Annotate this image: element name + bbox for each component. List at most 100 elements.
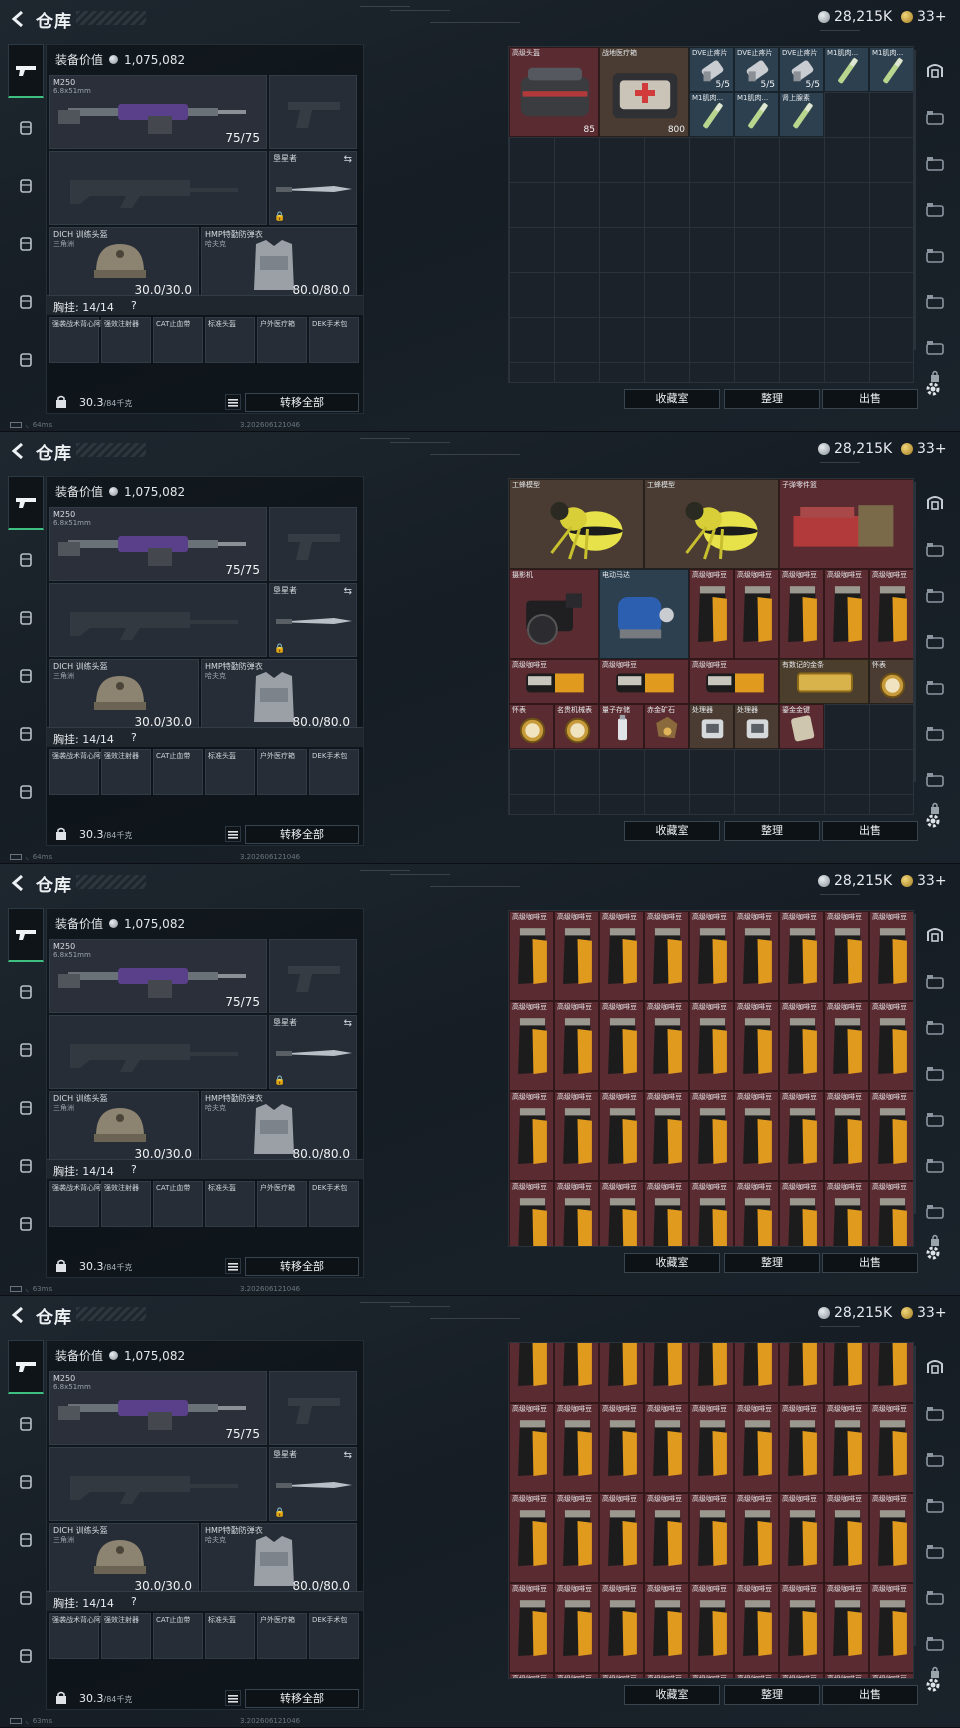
stash-item[interactable]: 高级咖啡豆 [554, 911, 599, 1001]
stash-item[interactable]: 高级咖啡豆 [509, 1181, 554, 1246]
stash-item[interactable]: 摄影机 [509, 569, 599, 659]
armor-icon[interactable] [12, 604, 40, 632]
stash-item[interactable]: 高级咖啡豆 [509, 1403, 554, 1493]
stash-item[interactable]: 高级咖啡豆 [554, 1091, 599, 1181]
stash-item[interactable]: 高级咖啡豆 [869, 911, 913, 1001]
stash-item[interactable]: 高级咖啡豆 [734, 1091, 779, 1181]
stash-home-icon[interactable] [924, 492, 946, 512]
settings-gear-icon[interactable] [924, 1676, 942, 1699]
gold-currency[interactable]: 33+ [901, 9, 947, 25]
stash-item[interactable]: 战地医疗箱 800 [599, 47, 689, 137]
stash-page-icon[interactable] [924, 974, 946, 994]
stash-item[interactable]: 高级咖啡豆 [644, 1343, 689, 1403]
primary-weapon-slot[interactable]: M250 6.8x51mm 75/75 [49, 1371, 267, 1445]
stash-home-icon[interactable] [924, 924, 946, 944]
rig-slot[interactable]: DEK手术包 [309, 1181, 359, 1227]
stash-item[interactable]: 高级咖啡豆 [869, 1181, 913, 1246]
sell-button[interactable]: 出售 [822, 821, 918, 841]
stash-item[interactable]: 高级咖啡豆 [824, 1403, 869, 1493]
stash-item[interactable]: 高级咖啡豆 [509, 1343, 554, 1403]
stash-item[interactable]: 高级咖啡豆 [869, 1493, 913, 1583]
helmet-slot[interactable]: DICH 训练头盔 三角洲 30.0/30.0 [49, 659, 199, 733]
stash-item[interactable]: 高级咖啡豆 [734, 1583, 779, 1673]
sell-button[interactable]: 出售 [822, 1685, 918, 1705]
gold-currency[interactable]: 33+ [901, 1305, 947, 1321]
stash-item[interactable]: 高级咖啡豆 [689, 1403, 734, 1493]
gun-icon[interactable] [8, 476, 44, 530]
stash-item[interactable]: 高级咖啡豆 [824, 1001, 869, 1091]
stash-item[interactable]: 高级咖啡豆 [689, 1001, 734, 1091]
stash-page-icon[interactable] [924, 1204, 946, 1224]
stash-item[interactable]: 鎏金金键 [779, 704, 824, 749]
gold-currency[interactable]: 33+ [901, 873, 947, 889]
stash-item[interactable]: 高级咖啡豆 [644, 1091, 689, 1181]
stash-item[interactable]: 高级咖啡豆 [689, 569, 734, 659]
armor-slot[interactable]: HMP特勤防弹衣 哈夫克 80.0/80.0 [201, 1091, 357, 1165]
stash-item[interactable]: 高级咖啡豆 [554, 1583, 599, 1673]
list-view-button[interactable] [225, 394, 241, 410]
armor-icon[interactable] [12, 1468, 40, 1496]
rig-slot[interactable]: CAT止血带 [153, 1613, 203, 1659]
stash-item[interactable]: 高级咖啡豆 [554, 1001, 599, 1091]
stash-item[interactable]: 高级咖啡豆 [689, 1181, 734, 1246]
stash-page-icon[interactable] [924, 634, 946, 654]
collection-room-button[interactable]: 收藏室 [624, 821, 720, 841]
rig-slot[interactable]: DEK手术包 [309, 317, 359, 363]
stash-page-icon[interactable] [924, 340, 946, 360]
stash-item[interactable]: 高级咖啡豆 [734, 1001, 779, 1091]
gun-icon[interactable] [8, 1340, 44, 1394]
settings-gear-icon[interactable] [924, 380, 942, 403]
stash-item[interactable]: 高级咖啡豆 [824, 569, 869, 659]
collection-room-button[interactable]: 收藏室 [624, 1685, 720, 1705]
stash-item[interactable]: 有数记的金条 [779, 659, 869, 704]
transfer-all-button[interactable]: 转移全部 [245, 1257, 359, 1276]
case-icon[interactable] [12, 1584, 40, 1612]
rig-slot[interactable]: 户外医疗箱 [257, 317, 307, 363]
stash-item[interactable]: 高级咖啡豆 [599, 1403, 644, 1493]
stash-item[interactable]: 高级咖啡豆 [599, 911, 644, 1001]
stash-item[interactable]: 高级咖啡豆 [554, 1343, 599, 1403]
stash-page-icon[interactable] [924, 726, 946, 746]
stash-item[interactable]: 高级咖啡豆 [779, 911, 824, 1001]
rig-slot[interactable]: 强效注射器 [101, 317, 151, 363]
stash-scrollbar[interactable] [914, 1346, 916, 1646]
stash-item[interactable]: 高级咖啡豆 [599, 1181, 644, 1246]
swap-icon[interactable]: ⇆ [344, 586, 352, 597]
stash-page-icon[interactable] [924, 1498, 946, 1518]
stash-item[interactable]: 高级咖啡豆 [779, 1493, 824, 1583]
stash-item[interactable]: 量子存储 [599, 704, 644, 749]
secondary-weapon-slot[interactable] [49, 1447, 267, 1521]
rig-slot[interactable]: 强袭战术背心阿萨拉 [49, 1613, 115, 1659]
sort-button[interactable]: 整理 [724, 1253, 820, 1273]
stash-item[interactable]: M1肌肉... [689, 92, 734, 137]
stash-item[interactable]: 高级咖啡豆 [869, 1343, 913, 1403]
back-arrow-icon[interactable] [8, 872, 30, 894]
rig-slot[interactable]: 强效注射器 [101, 1181, 151, 1227]
stash-home-icon[interactable] [924, 60, 946, 80]
rig-slot[interactable]: 户外医疗箱 [257, 749, 307, 795]
pistol-slot[interactable] [269, 939, 357, 1013]
silver-currency[interactable]: 28,215K [818, 441, 892, 457]
stash-home-icon[interactable] [924, 1356, 946, 1376]
silver-currency[interactable]: 28,215K [818, 873, 892, 889]
stash-item[interactable]: 处理器 [689, 704, 734, 749]
stash-scrollbar[interactable] [914, 50, 916, 350]
stash-item[interactable]: M1肌肉... [824, 47, 869, 92]
sort-button[interactable]: 整理 [724, 821, 820, 841]
stash-item[interactable]: 高级咖啡豆 [689, 1493, 734, 1583]
gun-icon[interactable] [8, 44, 44, 98]
rig-slot[interactable]: 标准头盔 [205, 317, 255, 363]
toolbox-icon[interactable] [12, 1642, 40, 1670]
stash-item[interactable]: 高级咖啡豆 [689, 1091, 734, 1181]
gun-icon[interactable] [8, 908, 44, 962]
stash-item[interactable]: 高级咖啡豆 [779, 1001, 824, 1091]
toolbox-icon[interactable] [12, 1210, 40, 1238]
stash-page-icon[interactable] [924, 1066, 946, 1086]
transfer-all-button[interactable]: 转移全部 [245, 393, 359, 412]
stash-page-icon[interactable] [924, 110, 946, 130]
stash-item[interactable]: 高级咖啡豆 [779, 1673, 824, 1678]
helmet-slot[interactable]: DICH 训练头盔 三角洲 30.0/30.0 [49, 227, 199, 301]
stash-item[interactable]: DVE止疼片 5/5 [734, 47, 779, 92]
stash-item[interactable]: 高级咖啡豆 [779, 1343, 824, 1403]
list-view-button[interactable] [225, 1690, 241, 1706]
